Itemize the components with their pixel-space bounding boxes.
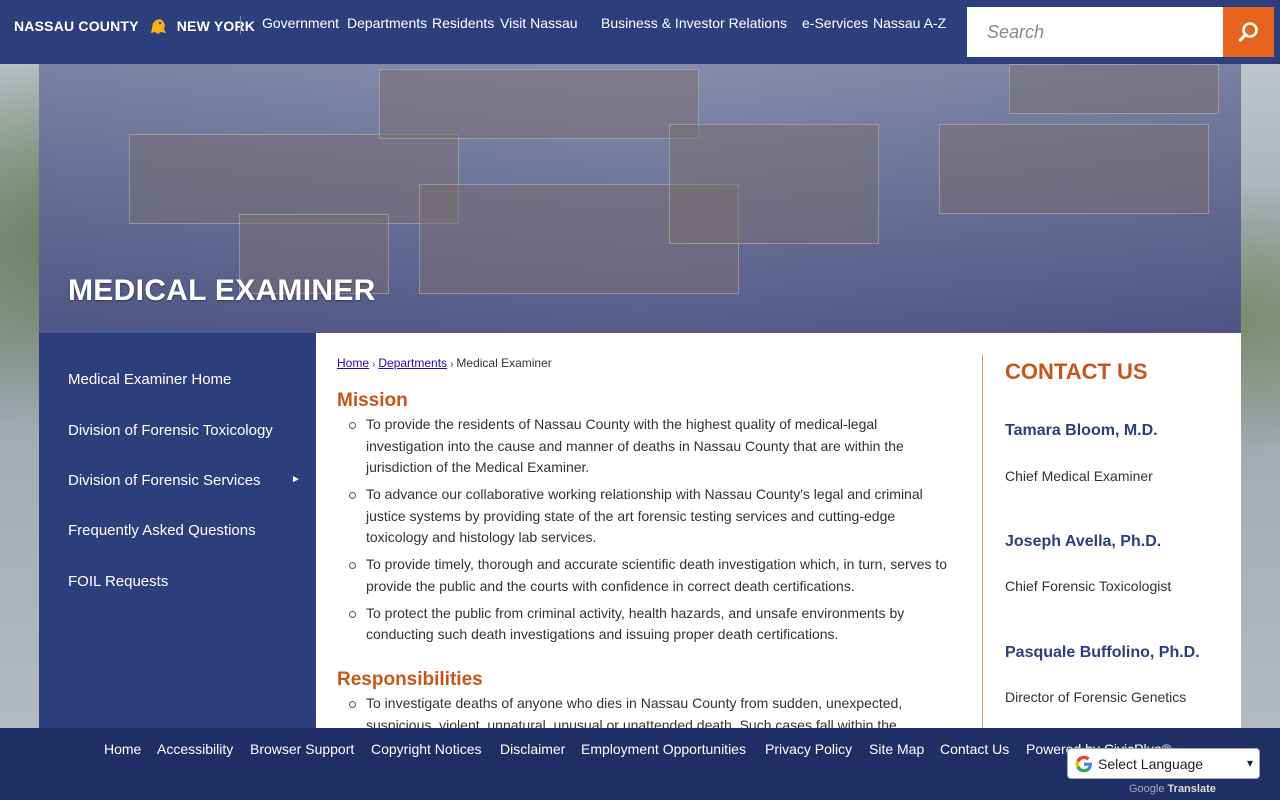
footer-link-contact-us[interactable]: Contact Us bbox=[940, 741, 1009, 757]
language-select-label: Select Language bbox=[1098, 755, 1204, 772]
google-icon bbox=[1075, 755, 1092, 772]
search-input[interactable] bbox=[967, 7, 1223, 57]
contact-role: Chief Medical Examiner bbox=[1005, 468, 1153, 484]
sidebar-item-faq[interactable]: Frequently Asked Questions bbox=[68, 522, 256, 539]
footer-link-browser-support[interactable]: Browser Support bbox=[250, 741, 354, 757]
contact-name[interactable]: Pasquale Buffolino, Ph.D. bbox=[1005, 644, 1200, 662]
list-item: To protect the public from criminal acti… bbox=[337, 603, 952, 646]
google-translate-credit: Google Translate bbox=[1129, 783, 1216, 795]
responsibilities-heading: Responsibilities bbox=[337, 669, 483, 690]
breadcrumb-separator: › bbox=[372, 359, 376, 370]
banner-building-shape bbox=[1009, 64, 1219, 114]
banner-building-shape bbox=[379, 69, 699, 139]
contact-name[interactable]: Tamara Bloom, M.D. bbox=[1005, 422, 1158, 440]
nav-government[interactable]: Government bbox=[262, 15, 339, 31]
contact-name[interactable]: Joseph Avella, Ph.D. bbox=[1005, 533, 1161, 551]
footer-link-copyright[interactable]: Copyright Notices bbox=[371, 741, 482, 757]
nav-residents[interactable]: Residents bbox=[432, 15, 494, 31]
breadcrumb-separator: › bbox=[450, 359, 454, 370]
search-button[interactable] bbox=[1223, 7, 1274, 57]
contact-us-panel: CONTACT US Tamara Bloom, M.D. Chief Medi… bbox=[982, 355, 1241, 728]
footer-link-site-map[interactable]: Site Map bbox=[869, 741, 924, 757]
breadcrumb: Home › Departments › Medical Examiner bbox=[337, 356, 552, 370]
search-field bbox=[967, 7, 1223, 57]
breadcrumb-departments-link[interactable]: Departments bbox=[378, 356, 447, 370]
nav-departments[interactable]: Departments bbox=[347, 15, 427, 31]
list-item: To advance our collaborative working rel… bbox=[337, 484, 952, 549]
logo-county-text: NASSAU COUNTY bbox=[14, 18, 139, 34]
nav-e-services[interactable]: e-Services bbox=[802, 15, 868, 31]
chevron-down-icon: ▾ bbox=[1246, 756, 1253, 770]
banner-building-shape bbox=[669, 124, 879, 244]
sidebar-item-medical-examiner-home[interactable]: Medical Examiner Home bbox=[68, 371, 231, 388]
banner-building-shape bbox=[129, 134, 459, 224]
contact-role: Chief Forensic Toxicologist bbox=[1005, 578, 1172, 594]
site-logo[interactable]: NASSAU COUNTY NEW YORK bbox=[14, 14, 255, 38]
page-title: MEDICAL EXAMINER bbox=[68, 274, 376, 307]
responsibilities-list: To investigate deaths of anyone who dies… bbox=[337, 693, 952, 728]
sidebar-item-forensic-services[interactable]: Division of Forensic Services bbox=[68, 472, 261, 489]
list-item: To investigate deaths of anyone who dies… bbox=[337, 693, 952, 728]
contact-us-heading: CONTACT US bbox=[1005, 359, 1148, 384]
footer-link-accessibility[interactable]: Accessibility bbox=[157, 741, 233, 757]
footer-link-home[interactable]: Home bbox=[104, 741, 141, 757]
top-navigation-bar: NASSAU COUNTY NEW YORK Government Depart… bbox=[0, 0, 1280, 64]
mission-heading: Mission bbox=[337, 390, 408, 411]
logo-state-text: NEW YORK bbox=[176, 18, 256, 34]
sidebar-item-foil-requests[interactable]: FOIL Requests bbox=[68, 573, 168, 590]
breadcrumb-home-link[interactable]: Home bbox=[337, 356, 369, 370]
footer-link-employment[interactable]: Employment Opportunities bbox=[581, 741, 746, 757]
nav-visit-nassau[interactable]: Visit Nassau bbox=[500, 15, 578, 31]
nav-nassau-a-z[interactable]: Nassau A-Z bbox=[873, 15, 946, 31]
list-item: To provide timely, thorough and accurate… bbox=[337, 554, 952, 597]
breadcrumb-current: Medical Examiner bbox=[456, 356, 552, 370]
list-item: To provide the residents of Nassau Count… bbox=[337, 414, 952, 479]
language-select[interactable]: Select Language ▾ bbox=[1067, 748, 1260, 779]
google-word: Google bbox=[1129, 783, 1165, 795]
sidebar-item-forensic-toxicology[interactable]: Division of Forensic Toxicology bbox=[68, 422, 273, 439]
logo-divider bbox=[240, 16, 241, 34]
translate-word: Translate bbox=[1167, 783, 1216, 795]
banner-building-shape bbox=[939, 124, 1209, 214]
lion-crest-icon bbox=[147, 15, 169, 37]
footer-link-privacy[interactable]: Privacy Policy bbox=[765, 741, 852, 757]
mission-list: To provide the residents of Nassau Count… bbox=[337, 414, 952, 651]
page-banner: MEDICAL EXAMINER bbox=[39, 64, 1241, 333]
expand-arrow-icon[interactable]: ► bbox=[291, 474, 301, 485]
contact-role: Director of Forensic Genetics bbox=[1005, 689, 1187, 705]
nav-business-investor[interactable]: Business & Investor Relations bbox=[601, 15, 787, 31]
footer-link-disclaimer[interactable]: Disclaimer bbox=[500, 741, 565, 757]
search-icon bbox=[1238, 22, 1258, 42]
